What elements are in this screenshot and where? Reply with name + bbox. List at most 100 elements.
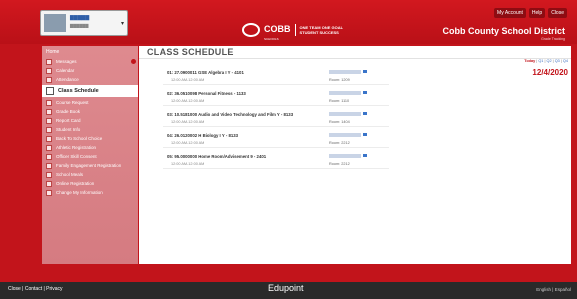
email-teacher-icon[interactable] (363, 70, 367, 73)
student-school-blurred: ▇▇▇▇▇▇ (70, 23, 89, 28)
q4-link[interactable]: Q4 (563, 59, 568, 63)
email-teacher-icon[interactable] (363, 133, 367, 136)
close-button[interactable]: Close (548, 8, 567, 18)
sidebar-item-label: Back To School Choice (56, 136, 103, 141)
row-divider (163, 168, 389, 169)
course-name[interactable]: 05: 95.0000000 Home Room/Advisement 9 - … (167, 154, 266, 159)
sidebar-item[interactable]: School Meals (42, 170, 138, 179)
envelope-icon (46, 58, 52, 65)
sidebar-item[interactable]: Officer Skill Consent (42, 152, 138, 161)
unread-badge (131, 59, 136, 64)
sidebar-item[interactable]: Course Request (42, 98, 138, 107)
sidebar-item-label: School Meals (56, 172, 84, 177)
attendance-icon (46, 76, 52, 83)
sidebar-item-label: Grade Book (56, 109, 81, 114)
sidebar-item-label: Messages (56, 59, 77, 64)
sidebar-item[interactable]: Report Card (42, 116, 138, 125)
teacher-name-blurred[interactable] (329, 91, 361, 95)
course-name[interactable]: 01: 27.0900011 GSE Algebra I Y - 4101 (167, 70, 244, 75)
period-separator: | (552, 59, 554, 63)
meals-icon (46, 171, 52, 178)
course-name[interactable]: 04: 26.0120002 H Biology I Y - 8133 (167, 133, 238, 138)
page-title: CLASS SCHEDULE (147, 47, 234, 57)
sidebar-item-label: Course Request (56, 100, 89, 105)
school-choice-icon (46, 135, 52, 142)
class-row: 01: 27.0900011 GSE Algebra I Y - 4101 12:… (139, 70, 571, 87)
sidebar-item-label: Change My Information (56, 190, 103, 195)
chevron-down-icon: ▾ (120, 21, 124, 27)
email-teacher-icon[interactable] (363, 91, 367, 94)
sidebar-item[interactable]: Athletic Registration (42, 143, 138, 152)
sidebar-item[interactable]: Online Registration (42, 179, 138, 188)
footer: Close | Contact | Privacy Edupoint Engli… (0, 282, 577, 299)
period-separator: | (544, 59, 546, 63)
student-icon (46, 126, 52, 133)
district-name: Cobb County School District (442, 26, 566, 36)
cobb-logo-icon (242, 23, 260, 37)
report-card-icon (46, 117, 52, 124)
logo-sub: SCHOOLS (264, 37, 279, 41)
student-name-blurred: ▇▇▇▇▇ (70, 15, 90, 21)
student-selector[interactable]: ▇▇▇▇▇ ▇▇▇▇▇▇ ▾ (40, 10, 128, 36)
logo-divider (294, 24, 296, 36)
course-name[interactable]: 02: 36.0510098 Personal Fitness - 1133 (167, 91, 246, 96)
sidebar: Home Messages Calendar Attendance Class Sch… (42, 46, 138, 264)
class-room: Room: 2212 (329, 141, 350, 145)
class-room: Room: 1110 (329, 99, 350, 103)
row-divider (163, 147, 389, 148)
logo-name: COBB (264, 24, 291, 34)
teacher-name-blurred[interactable] (329, 112, 361, 116)
language-links[interactable]: English | Español (536, 287, 571, 292)
sidebar-item-label: Family Engagement Registration (56, 163, 122, 168)
sidebar-item[interactable]: Messages (42, 57, 138, 66)
top-links: My Account Help Close (494, 8, 567, 18)
sidebar-item-label: Attendance (56, 77, 79, 82)
course-name[interactable]: 03: 10.5181000 Audio and Video Technolog… (167, 112, 293, 117)
row-divider (163, 105, 389, 106)
title-divider (139, 58, 571, 59)
today-link[interactable]: Today (524, 59, 535, 63)
q1-link[interactable]: Q1 (538, 59, 543, 63)
sidebar-item[interactable]: Class Schedule (42, 85, 138, 97)
email-teacher-icon[interactable] (363, 112, 367, 115)
class-row: 03: 10.5181000 Audio and Video Technolog… (139, 112, 571, 129)
main-panel: CLASS SCHEDULE Today | Q1 | Q2 | Q3 | Q4… (139, 46, 571, 264)
sidebar-item[interactable]: Attendance (42, 75, 138, 84)
teacher-name-blurred[interactable] (329, 133, 361, 137)
class-time: 12:00 AM-12:00 AM (171, 99, 205, 103)
period-separator: | (560, 59, 562, 63)
sidebar-item-label: Athletic Registration (56, 145, 97, 150)
nav-home-link[interactable]: Home (42, 46, 138, 57)
class-row: 05: 95.0000000 Home Room/Advisement 9 - … (139, 154, 571, 171)
sidebar-item-label: Calendar (56, 68, 75, 73)
sidebar-item[interactable]: Back To School Choice (42, 134, 138, 143)
schedule-icon (46, 87, 54, 95)
nav-list: Messages Calendar Attendance Class Schedule… (42, 57, 138, 197)
q2-link[interactable]: Q2 (547, 59, 552, 63)
sidebar-item[interactable]: Change My Information (42, 188, 138, 197)
sidebar-item[interactable]: Calendar (42, 66, 138, 75)
sidebar-item-label: Officer Skill Consent (56, 154, 97, 159)
course-request-icon (46, 99, 52, 106)
sidebar-item[interactable]: Family Engagement Registration (42, 161, 138, 170)
period-selector: Today | Q1 | Q2 | Q3 | Q4 (524, 59, 568, 63)
calendar-icon (46, 67, 52, 74)
sidebar-item-label: Student Info (56, 127, 81, 132)
sidebar-item-label: Class Schedule (58, 88, 99, 94)
help-button[interactable]: Help (528, 8, 546, 18)
teacher-name-blurred[interactable] (329, 154, 361, 158)
q3-link[interactable]: Q3 (555, 59, 560, 63)
sidebar-item[interactable]: Grade Book (42, 107, 138, 116)
row-divider (163, 126, 389, 127)
email-teacher-icon[interactable] (363, 154, 367, 157)
my-account-button[interactable]: My Account (494, 8, 526, 18)
gradebook-icon (46, 108, 52, 115)
district-logo: COBB SCHOOLS ONE TEAM ONE GOAL STUDENT S… (242, 21, 343, 41)
district-subtitle: Grade Tracking (541, 37, 565, 41)
class-time: 12:00 AM-12:00 AM (171, 120, 205, 124)
footer-links[interactable]: Close | Contact | Privacy (8, 286, 63, 292)
sidebar-item[interactable]: Student Info (42, 125, 138, 134)
class-time: 12:00 AM-12:00 AM (171, 141, 205, 145)
logo-tagline-2: STUDENT SUCCESS (299, 30, 339, 35)
teacher-name-blurred[interactable] (329, 70, 361, 74)
